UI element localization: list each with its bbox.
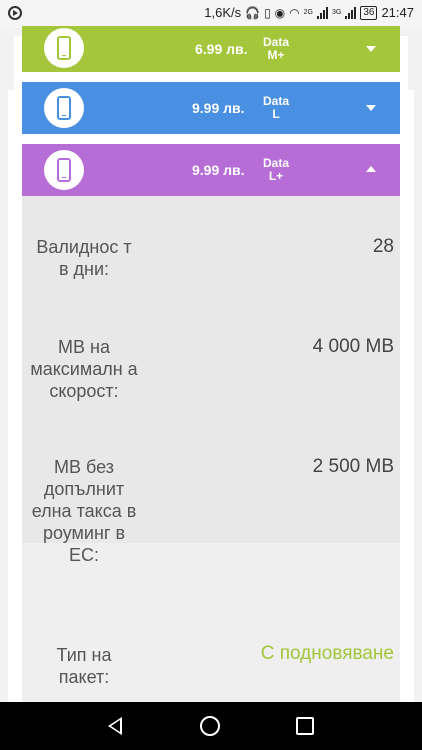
recent-apps-icon[interactable]	[296, 717, 314, 735]
home-icon[interactable]	[200, 716, 220, 736]
detail-label-roaming-mb: MB без допълнит елна такса в роуминг в Е…	[31, 457, 137, 565]
detail-value-validity: 28	[372, 236, 394, 257]
plan-name-line2: L+	[268, 169, 284, 183]
detail-label-package-type: Тип на пакет:	[56, 645, 112, 687]
smartphone-icon	[57, 158, 71, 182]
plan-card-data-l[interactable]: 9.99 лв. Data L	[22, 82, 400, 134]
plan-price: 9.99 лв.	[192, 100, 245, 116]
vibrate-icon: ▯	[264, 5, 271, 20]
media-playing-icon	[8, 6, 22, 20]
plan-price: 9.99 лв.	[192, 162, 245, 178]
detail-label-validity: Валиднос т в дни:	[36, 237, 132, 279]
plan-card-data-m-plus[interactable]: 6.99 лв. Data M+	[22, 26, 400, 72]
chevron-up-icon[interactable]	[366, 166, 376, 172]
smartphone-icon	[57, 36, 71, 60]
plan-name: Data M+	[258, 36, 294, 62]
plan-name-line2: L	[272, 107, 280, 121]
detail-value-roaming-mb: 2 500 MB	[312, 456, 394, 477]
detail-value-package-type: С подновяване	[260, 643, 394, 664]
plan-card-data-l-plus[interactable]: 9.99 лв. Data L+	[22, 144, 400, 196]
detail-label-max-speed-mb: MB на максималн а скорост:	[30, 337, 138, 401]
detail-value-max-speed-mb: 4 000 MB	[312, 336, 394, 357]
network-type-1: 2G	[303, 9, 313, 16]
headset-icon: 🎧	[245, 5, 261, 20]
clock: 21:47	[381, 5, 414, 20]
status-bar: 1,6K/s 🎧 ▯ ◉ ◠ 2G 3G 36 21:47	[0, 0, 422, 28]
back-icon[interactable]	[108, 717, 122, 735]
smartphone-icon	[57, 96, 71, 120]
status-indicators: 1,6K/s 🎧 ▯ ◉ ◠ 2G 3G 36 21:47	[204, 5, 414, 20]
battery-icon: 36	[360, 5, 378, 20]
network-type-2: 3G	[331, 9, 342, 16]
plan-name: Data L	[258, 95, 294, 121]
plan-price: 6.99 лв.	[195, 41, 248, 57]
phone-icon-circle	[44, 150, 84, 190]
network-speed: 1,6K/s	[204, 5, 242, 20]
eye-icon: ◉	[274, 5, 286, 20]
wifi-icon: ◠	[289, 5, 300, 20]
chevron-down-icon[interactable]	[366, 46, 376, 52]
phone-icon-circle	[44, 88, 84, 128]
plan-name-line2: M+	[267, 48, 285, 62]
signal-icon-1	[316, 6, 328, 19]
system-navigation-bar	[0, 702, 422, 750]
phone-icon-circle	[44, 28, 84, 68]
plan-name: Data L+	[258, 157, 294, 183]
chevron-down-icon[interactable]	[366, 105, 376, 111]
signal-icon-2	[345, 6, 357, 19]
